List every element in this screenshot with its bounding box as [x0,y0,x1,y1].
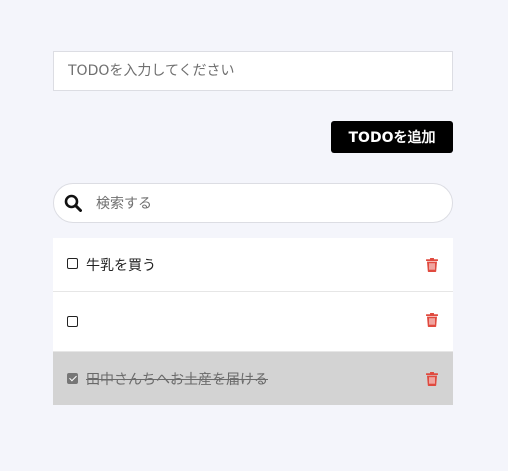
todo-item: 牛乳を買う [53,238,453,292]
search-icon [64,194,82,212]
todo-label: 田中さんちへお土産を届ける [86,372,268,388]
search-input[interactable] [94,184,438,224]
trash-icon[interactable] [426,258,438,272]
add-todo-button[interactable]: TODOを追加 [331,121,453,153]
todo-checkbox[interactable] [67,316,78,327]
todo-item-completed: 田中さんちへお土産を届ける [53,352,453,405]
todo-input[interactable] [53,51,453,91]
todo-checkbox[interactable] [67,258,78,269]
todo-checkbox-checked[interactable] [67,373,78,384]
search-box [53,183,453,224]
todo-label: 牛乳を買う [86,258,156,274]
trash-icon[interactable] [426,372,438,386]
todo-list: 牛乳を買う 田中さんちへお土産を届ける [53,238,453,405]
todo-item [53,292,453,390]
trash-icon[interactable] [426,313,438,327]
